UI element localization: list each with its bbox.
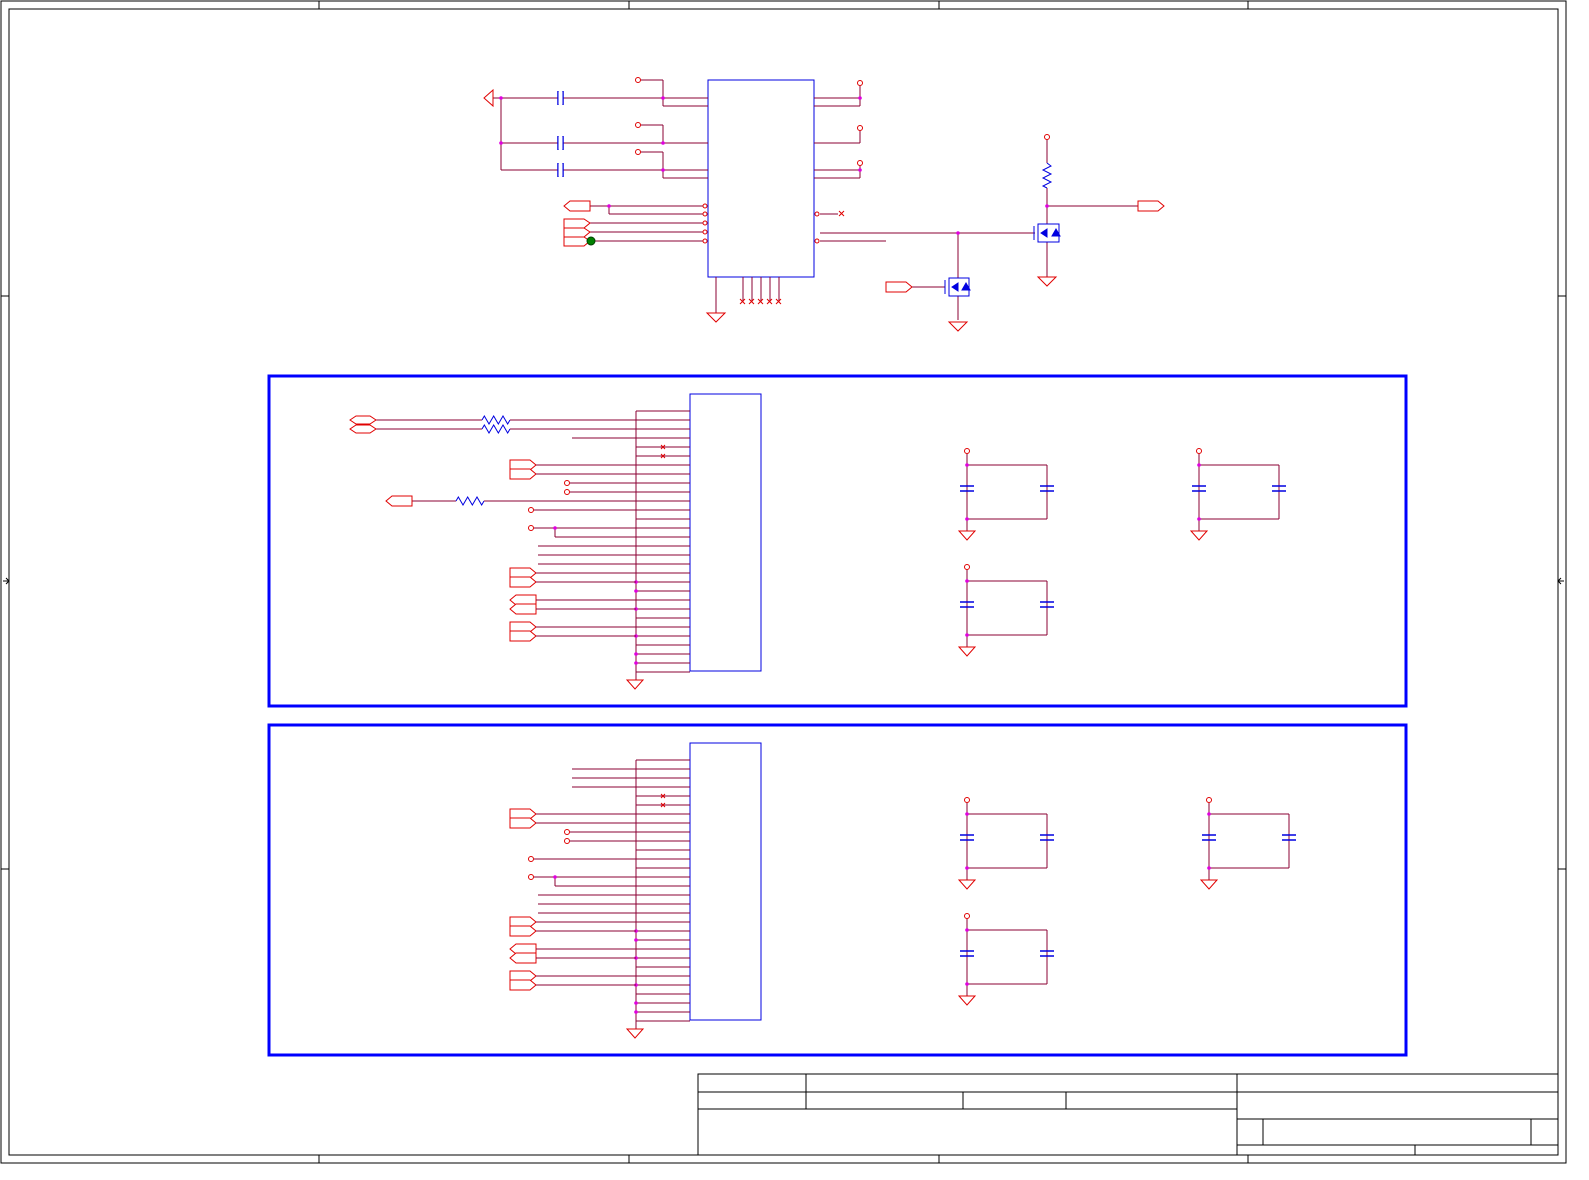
ground-symbol (957, 995, 977, 1006)
power-port (964, 797, 970, 803)
net-port (349, 424, 377, 434)
decoupling-capacitor-group (957, 797, 1054, 890)
junction (634, 589, 638, 593)
top-ic-circuit (483, 77, 1165, 332)
junction (965, 982, 969, 986)
junction (634, 1001, 638, 1005)
junction (634, 652, 638, 656)
power-port (564, 829, 570, 835)
junction (965, 517, 969, 521)
connector-footprint (689, 742, 762, 1021)
resistor (481, 415, 511, 425)
power-port (528, 874, 534, 880)
power-port (564, 838, 570, 844)
power-port (528, 856, 534, 862)
junction (634, 938, 638, 942)
lcd-interface-block-1 (267, 374, 1408, 708)
net-port (509, 952, 537, 964)
probe-marker (586, 236, 596, 246)
junction (634, 1010, 638, 1014)
block-frame (267, 374, 1408, 708)
resistor (455, 496, 485, 506)
ic-u1 (707, 79, 815, 278)
junction (965, 928, 969, 932)
decoupling-capacitor-group (957, 564, 1054, 657)
junction (965, 812, 969, 816)
net-port (385, 495, 413, 507)
power-port (528, 507, 534, 513)
power-port (1196, 448, 1202, 454)
junction (965, 579, 969, 583)
connector-pin-lines (636, 759, 690, 1022)
mosfet-q1 (944, 277, 971, 297)
ground-symbol (625, 679, 645, 690)
mosfet-q2 (1033, 223, 1061, 243)
schematic-sheet (0, 0, 1567, 1164)
junction (553, 875, 557, 879)
decoupling-capacitor-group (957, 448, 1054, 541)
junction (1207, 866, 1211, 870)
ground-symbol (957, 879, 977, 890)
ground-symbol (1199, 879, 1219, 890)
decoupling-capacitor-group (1189, 448, 1286, 541)
title-block (697, 1073, 1559, 1156)
net-port (509, 603, 537, 615)
net-port (509, 979, 537, 991)
net-port (509, 817, 537, 829)
junction (1197, 463, 1201, 467)
junction (1197, 517, 1201, 521)
ground-symbol (957, 646, 977, 657)
decoupling-capacitor-group (1199, 797, 1296, 890)
power-port (528, 525, 534, 531)
junction (634, 661, 638, 665)
junction (1207, 812, 1211, 816)
connector-pin-lines (636, 410, 690, 673)
decoupling-capacitor-group (957, 913, 1054, 1006)
power-port (1206, 797, 1212, 803)
power-port (564, 480, 570, 486)
net-port (509, 468, 537, 480)
ground-symbol (1189, 530, 1209, 541)
net-port (349, 415, 377, 425)
net-port (509, 576, 537, 588)
sheet-border (0, 0, 1567, 1164)
block-frame (267, 723, 1408, 1057)
net-port (509, 630, 537, 642)
power-port (964, 913, 970, 919)
junction (553, 526, 557, 530)
power-port (964, 448, 970, 454)
connector-footprint (689, 393, 762, 672)
net-port (509, 925, 537, 937)
pullup-resistor (1041, 162, 1053, 189)
junction (965, 866, 969, 870)
power-port (564, 489, 570, 495)
ground-symbol (957, 530, 977, 541)
junction (965, 633, 969, 637)
lcd-interface-block-2 (267, 723, 1408, 1057)
junction (965, 463, 969, 467)
power-port (964, 564, 970, 570)
ground-symbol (625, 1028, 645, 1039)
resistor (481, 424, 511, 434)
